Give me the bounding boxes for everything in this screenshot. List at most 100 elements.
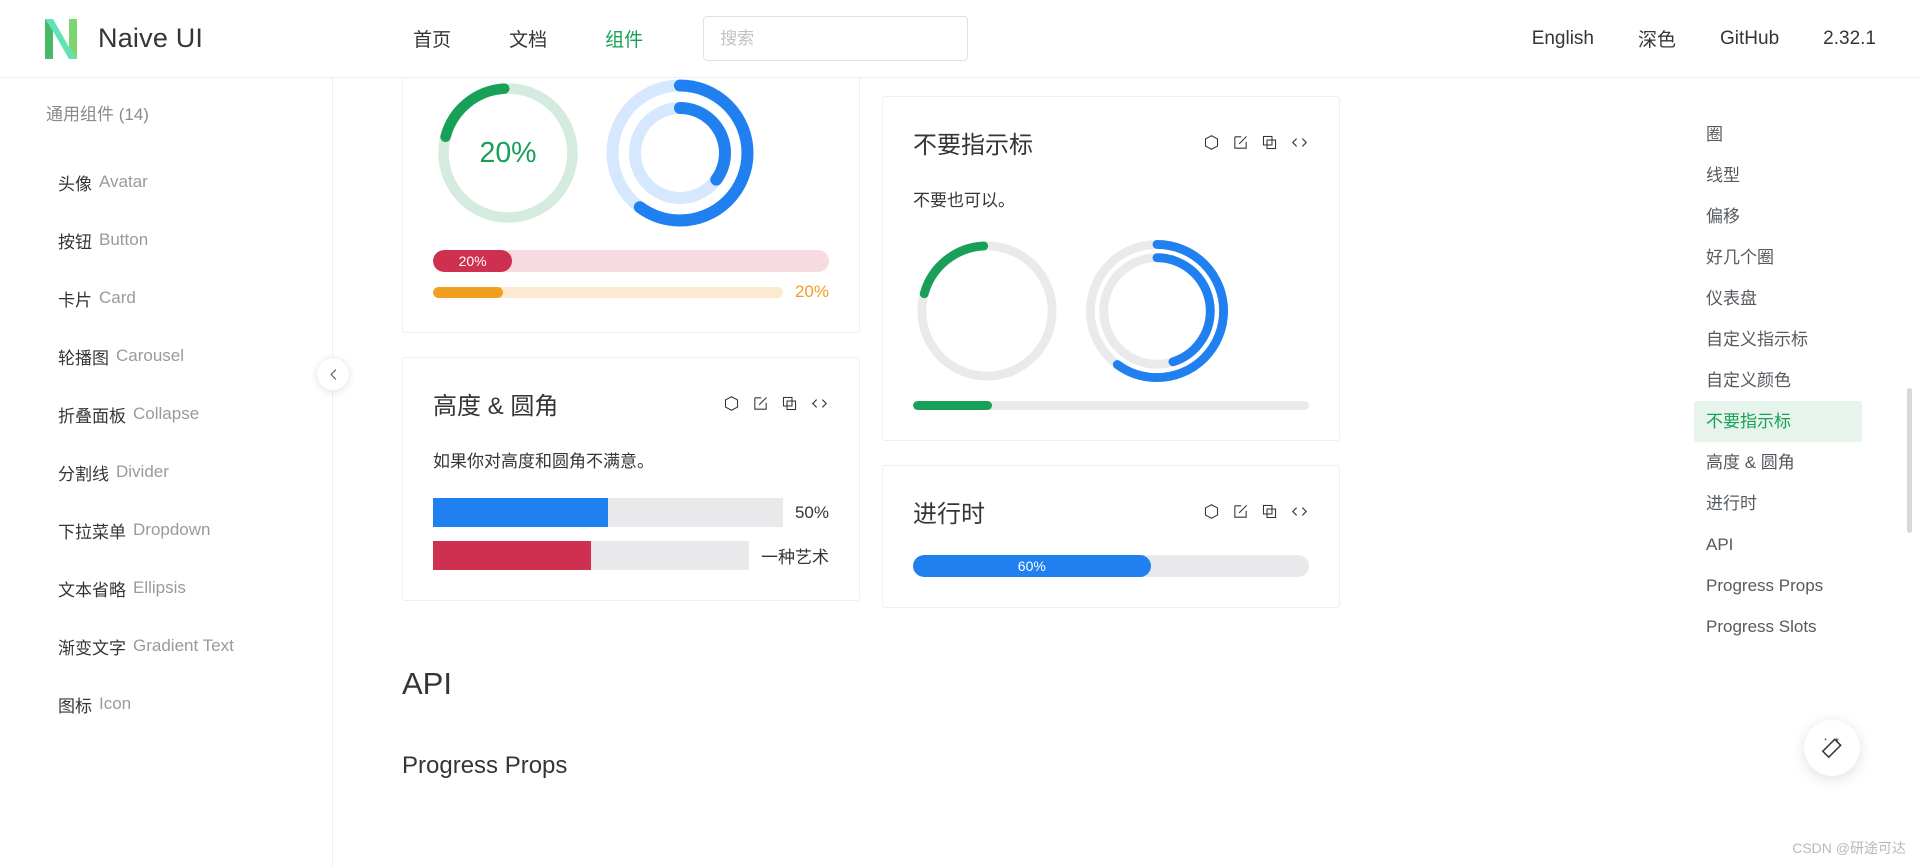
search-input[interactable] bbox=[720, 28, 952, 49]
sidebar-item-gradient-text[interactable]: 渐变文字 Gradient Text bbox=[0, 617, 332, 675]
sidebar-item-ellipsis[interactable]: 文本省略 Ellipsis bbox=[0, 559, 332, 617]
cube-icon[interactable] bbox=[723, 395, 740, 412]
card-header: 高度 & 圆角 bbox=[433, 386, 829, 421]
sidebar-item-label-cn: 头像 bbox=[58, 174, 92, 194]
progress-bar-orange-label: 20% bbox=[794, 282, 829, 301]
app-root: Naive UI 首页 文档 组件 English 深色 GitHub 2.32… bbox=[0, 0, 1920, 866]
sidebar-group-title: 通用组件 (14) bbox=[46, 105, 149, 124]
edit-icon[interactable] bbox=[1232, 503, 1249, 520]
sidebar-item-label-en: Gradient Text bbox=[133, 636, 234, 655]
progress-bar-blue-label: 50% bbox=[794, 502, 829, 522]
sidebar-item-button[interactable]: 按钮 Button bbox=[0, 211, 332, 269]
table-of-contents: 圈 线型 偏移 好几个圈 仪表盘 自定义指示标 自定义颜色 不要指示标 高度 &… bbox=[1680, 78, 1920, 866]
progress-bar-blue-track[interactable] bbox=[433, 498, 783, 527]
cube-icon[interactable] bbox=[1203, 503, 1220, 520]
sidebar-item-collapse[interactable]: 折叠面板 Collapse bbox=[0, 385, 332, 443]
copy-icon[interactable] bbox=[781, 395, 798, 412]
sidebar-item-divider[interactable]: 分割线 Divider bbox=[0, 443, 332, 501]
naive-n-logo-icon bbox=[45, 18, 77, 59]
toc-item-no-indicator[interactable]: 不要指示标 bbox=[1694, 401, 1862, 442]
toc-item-api[interactable]: API bbox=[1694, 524, 1862, 565]
sidebar-item-label-cn: 下拉菜单 bbox=[58, 522, 126, 542]
custom-color-card: 20% 20% 20% bbox=[402, 78, 860, 333]
copy-icon[interactable] bbox=[1261, 134, 1278, 151]
toc-item-progress-slots[interactable]: Progress Slots bbox=[1694, 606, 1862, 647]
progress-bar-processing-row: 60% bbox=[913, 555, 1309, 577]
toc-item-circle[interactable]: 圈 bbox=[1694, 114, 1862, 155]
sidebar-item-label-cn: 卡片 bbox=[58, 290, 92, 310]
progress-multiple-circle-no-indicator bbox=[1085, 239, 1229, 383]
page-scrollbar[interactable] bbox=[1907, 388, 1912, 533]
progress-bar-red-track[interactable]: 20% bbox=[433, 250, 829, 272]
left-column: 20% 20% 20% 高度 & 圆角 如果你对高度和圆角不满意。 50% 一种… bbox=[402, 78, 860, 632]
progress-bar-green-row bbox=[913, 401, 1309, 410]
toc-item-custom-color[interactable]: 自定义颜色 bbox=[1694, 360, 1862, 401]
progress-bar-red-row: 20% bbox=[433, 250, 829, 272]
card-action-icons bbox=[1203, 134, 1309, 151]
theme-switch[interactable]: 深色 bbox=[1638, 25, 1676, 52]
github-link[interactable]: GitHub bbox=[1720, 28, 1779, 50]
theme-editor-button[interactable] bbox=[1804, 720, 1860, 776]
sidebar-item-label-cn: 分割线 bbox=[58, 464, 109, 484]
sidebar-item-avatar[interactable]: 头像 Avatar bbox=[0, 153, 332, 211]
header-actions: English 深色 GitHub 2.32.1 bbox=[1532, 25, 1876, 52]
sidebar-item-label-cn: 折叠面板 bbox=[58, 406, 126, 426]
code-icon[interactable] bbox=[810, 395, 829, 412]
sidebar-item-label-en: Ellipsis bbox=[133, 578, 186, 597]
edit-icon[interactable] bbox=[752, 395, 769, 412]
progress-bar-crimson-row: 一种艺术 bbox=[433, 541, 829, 570]
right-column: 不要指示标 不要也可以。 进行时 60% bbox=[882, 78, 1340, 632]
progress-bar-crimson-fill bbox=[433, 541, 591, 570]
progress-bar-processing-track[interactable]: 60% bbox=[913, 555, 1309, 577]
toc-item-offset[interactable]: 偏移 bbox=[1694, 196, 1862, 237]
search-box[interactable] bbox=[703, 16, 969, 61]
edit-icon[interactable] bbox=[1232, 134, 1249, 151]
sidebar-item-icon[interactable]: 图标 Icon bbox=[0, 675, 332, 733]
sidebar-item-dropdown[interactable]: 下拉菜单 Dropdown bbox=[0, 501, 332, 559]
sidebar-item-label-en: Avatar bbox=[99, 172, 148, 191]
card-title: 进行时 bbox=[913, 501, 985, 528]
toc-item-dashboard[interactable]: 仪表盘 bbox=[1694, 278, 1862, 319]
toc-item-custom-indicator[interactable]: 自定义指示标 bbox=[1694, 319, 1862, 360]
toc-item-processing[interactable]: 进行时 bbox=[1694, 483, 1862, 524]
nav-item-home[interactable]: 首页 bbox=[413, 25, 451, 52]
sidebar-item-label-cn: 轮播图 bbox=[58, 348, 109, 368]
app-header: Naive UI 首页 文档 组件 English 深色 GitHub 2.32… bbox=[0, 0, 1920, 78]
toc-item-height-radius[interactable]: 高度 & 圆角 bbox=[1694, 442, 1862, 483]
height-radius-card: 高度 & 圆角 如果你对高度和圆角不满意。 50% 一种艺术 bbox=[402, 357, 860, 601]
toc-item-line-type[interactable]: 线型 bbox=[1694, 155, 1862, 196]
progress-bar-green-track[interactable] bbox=[913, 401, 1309, 410]
progress-multiple-circle-blue bbox=[606, 79, 754, 227]
sidebar[interactable]: 通用组件 (14) 头像 Avatar 按钮 Button 卡片 Card 轮播… bbox=[0, 78, 333, 866]
progress-bar-processing-label: 60% bbox=[1017, 558, 1046, 574]
sidebar-item-card[interactable]: 卡片 Card bbox=[0, 269, 332, 327]
progress-bar-orange-track[interactable] bbox=[433, 286, 783, 298]
chevron-left-icon bbox=[329, 368, 336, 380]
card-title: 不要指示标 bbox=[913, 132, 1033, 159]
cube-icon[interactable] bbox=[1203, 134, 1220, 151]
code-icon[interactable] bbox=[1290, 134, 1309, 151]
code-icon[interactable] bbox=[1290, 503, 1309, 520]
progress-bar-orange-row: 20% bbox=[433, 282, 829, 302]
sidebar-item-label-en: Divider bbox=[116, 462, 169, 481]
nav-item-docs[interactable]: 文档 bbox=[509, 25, 547, 52]
progress-circle-green-label: 20% bbox=[479, 137, 536, 169]
sidebar-item-label-cn: 渐变文字 bbox=[58, 638, 126, 658]
progress-bar-crimson-track[interactable] bbox=[433, 541, 749, 570]
progress-bar-orange-fill bbox=[433, 286, 503, 298]
copy-icon[interactable] bbox=[1261, 503, 1278, 520]
sidebar-item-label-en: Collapse bbox=[133, 404, 200, 423]
toc-item-progress-props[interactable]: Progress Props bbox=[1694, 565, 1862, 606]
sidebar-item-label-en: Icon bbox=[99, 694, 132, 713]
sidebar-item-label-en: Carousel bbox=[116, 346, 185, 365]
toc-item-multiple-circles[interactable]: 好几个圈 bbox=[1694, 237, 1862, 278]
language-switch[interactable]: English bbox=[1532, 28, 1594, 50]
progress-circle-green: 20% bbox=[438, 83, 578, 223]
sidebar-item-label-cn: 按钮 bbox=[58, 232, 92, 252]
brand[interactable]: Naive UI bbox=[42, 17, 203, 61]
sidebar-item-carousel[interactable]: 轮播图 Carousel bbox=[0, 327, 332, 385]
card-header: 不要指示标 bbox=[913, 125, 1309, 160]
nav-item-components[interactable]: 组件 bbox=[605, 25, 643, 52]
sidebar-collapse-button[interactable] bbox=[316, 357, 350, 391]
version-label[interactable]: 2.32.1 bbox=[1823, 28, 1876, 50]
